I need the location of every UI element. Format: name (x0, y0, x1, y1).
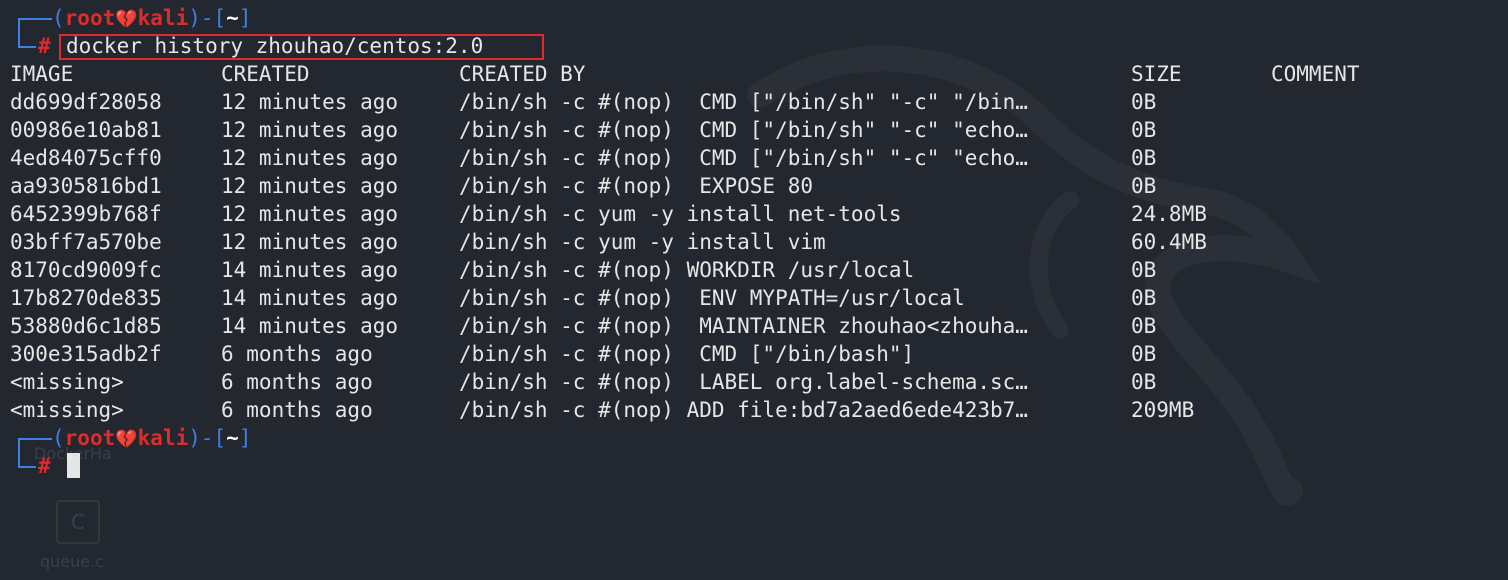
row-image-id: 03bff7a570be (10, 230, 162, 254)
broken-heart-icon: 💔 (115, 9, 138, 30)
row-created: 6 months ago (221, 342, 373, 366)
row-size: 0B (1131, 258, 1157, 282)
row-size: 0B (1131, 370, 1157, 394)
row-created: 14 minutes ago (221, 286, 399, 310)
row-image-id: 53880d6c1d85 (10, 314, 162, 338)
row-created-by: /bin/sh -c #(nop) CMD ["/bin/sh" "-c" "/… (459, 90, 1028, 114)
table-row: 17b8270de835 14 minutes ago /bin/sh -c #… (10, 284, 1156, 312)
row-created: 12 minutes ago (221, 118, 399, 142)
prompt-frame-top (18, 18, 52, 20)
row-created: 12 minutes ago (221, 90, 399, 114)
row-created: 12 minutes ago (221, 146, 399, 170)
row-created-by: /bin/sh -c #(nop) EXPOSE 80 (459, 174, 814, 198)
header-image: IMAGE (10, 62, 74, 86)
row-size: 0B (1131, 174, 1157, 198)
row-created-by: /bin/sh -c #(nop) CMD ["/bin/bash"] (459, 342, 915, 366)
table-row: 300e315adb2f 6 months ago /bin/sh -c #(n… (10, 340, 1156, 368)
row-size: 60.4MB (1131, 230, 1207, 254)
prompt-user: root (64, 6, 116, 30)
prompt-frame-bottom (18, 46, 36, 48)
row-created-by: /bin/sh -c #(nop) ENV MYPATH=/usr/local (459, 286, 965, 310)
row-created: 14 minutes ago (221, 314, 399, 338)
table-row: <missing> 6 months ago /bin/sh -c #(nop)… (10, 368, 1156, 396)
header-comment: COMMENT (1271, 62, 1360, 86)
prompt-dir: ~ (226, 6, 239, 30)
row-size: 0B (1131, 146, 1157, 170)
table-row: 00986e10ab81 12 minutes ago /bin/sh -c #… (10, 116, 1156, 144)
row-created-by: /bin/sh -c #(nop) LABEL org.label-schema… (459, 370, 1028, 394)
row-size: 209MB (1131, 398, 1195, 422)
row-image-id: <missing> (10, 370, 124, 394)
row-size: 0B (1131, 342, 1157, 366)
row-created: 6 months ago (221, 370, 373, 394)
header-created-by: CREATED BY (459, 62, 586, 86)
row-created-by: /bin/sh -c #(nop) CMD ["/bin/sh" "-c" "e… (459, 146, 1028, 170)
table-header: IMAGE CREATED CREATED BY SIZE COMMENT (10, 60, 1360, 88)
row-image-id: 00986e10ab81 (10, 118, 162, 142)
row-size: 0B (1131, 314, 1157, 338)
desktop-c-file-label: queue.c (40, 552, 105, 571)
row-created: 12 minutes ago (221, 202, 399, 226)
row-created-by: /bin/sh -c yum -y install vim (459, 230, 826, 254)
row-created-by: /bin/sh -c #(nop) ADD file:bd7a2aed6ede4… (459, 398, 1028, 422)
row-size: 24.8MB (1131, 202, 1207, 226)
row-image-id: aa9305816bd1 (10, 174, 162, 198)
prompt-frame-vertical (18, 18, 20, 46)
row-size: 0B (1131, 286, 1157, 310)
prompt-symbol-2: # (38, 454, 51, 478)
desktop-c-file-icon[interactable]: C (56, 500, 100, 544)
terminal-cursor[interactable] (67, 453, 80, 478)
header-created: CREATED (221, 62, 310, 86)
row-created-by: /bin/sh -c #(nop) WORKDIR /usr/local (459, 258, 915, 282)
row-created: 14 minutes ago (221, 258, 399, 282)
table-row: <missing> 6 months ago /bin/sh -c #(nop)… (10, 396, 1194, 424)
row-size: 0B (1131, 118, 1157, 142)
row-image-id: 6452399b768f (10, 202, 162, 226)
row-created-by: /bin/sh -c #(nop) MAINTAINER zhouhao<zho… (459, 314, 1028, 338)
terminal-window[interactable]: DockerHa C queue.c (root💔kali)-[~] # doc… (0, 0, 1508, 580)
row-size: 0B (1131, 90, 1157, 114)
row-image-id: 8170cd9009fc (10, 258, 162, 282)
prompt-host-2: kali (137, 426, 189, 450)
table-row: 03bff7a570be 12 minutes ago /bin/sh -c y… (10, 228, 1207, 256)
table-row: 4ed84075cff0 12 minutes ago /bin/sh -c #… (10, 144, 1156, 172)
table-row: dd699df28058 12 minutes ago /bin/sh -c #… (10, 88, 1156, 116)
prompt-symbol: # (38, 34, 51, 58)
row-created-by: /bin/sh -c #(nop) CMD ["/bin/sh" "-c" "e… (459, 118, 1028, 142)
prompt-frame-vertical-2 (18, 438, 20, 466)
table-row: 6452399b768f 12 minutes ago /bin/sh -c y… (10, 200, 1207, 228)
prompt-host: kali (137, 6, 189, 30)
table-row: 53880d6c1d85 14 minutes ago /bin/sh -c #… (10, 312, 1156, 340)
row-image-id: 17b8270de835 (10, 286, 162, 310)
command-text[interactable]: docker history zhouhao/centos:2.0 (66, 32, 483, 60)
prompt-line: (root💔kali)-[~] (52, 6, 252, 30)
row-created: 12 minutes ago (221, 230, 399, 254)
broken-heart-icon: 💔 (115, 429, 138, 450)
prompt-frame-bottom-2 (18, 466, 36, 468)
prompt-line-2: (root💔kali)-[~] (52, 426, 252, 450)
row-image-id: 300e315adb2f (10, 342, 162, 366)
row-image-id: <missing> (10, 398, 124, 422)
row-image-id: dd699df28058 (10, 90, 162, 114)
prompt-frame-top-2 (18, 438, 52, 440)
prompt-dir-2: ~ (226, 426, 239, 450)
row-created-by: /bin/sh -c yum -y install net-tools (459, 202, 902, 226)
table-row: aa9305816bd1 12 minutes ago /bin/sh -c #… (10, 172, 1156, 200)
row-created: 12 minutes ago (221, 174, 399, 198)
row-created: 6 months ago (221, 398, 373, 422)
row-image-id: 4ed84075cff0 (10, 146, 162, 170)
prompt-user-2: root (64, 426, 116, 450)
table-row: 8170cd9009fc 14 minutes ago /bin/sh -c #… (10, 256, 1156, 284)
header-size: SIZE (1131, 62, 1182, 86)
